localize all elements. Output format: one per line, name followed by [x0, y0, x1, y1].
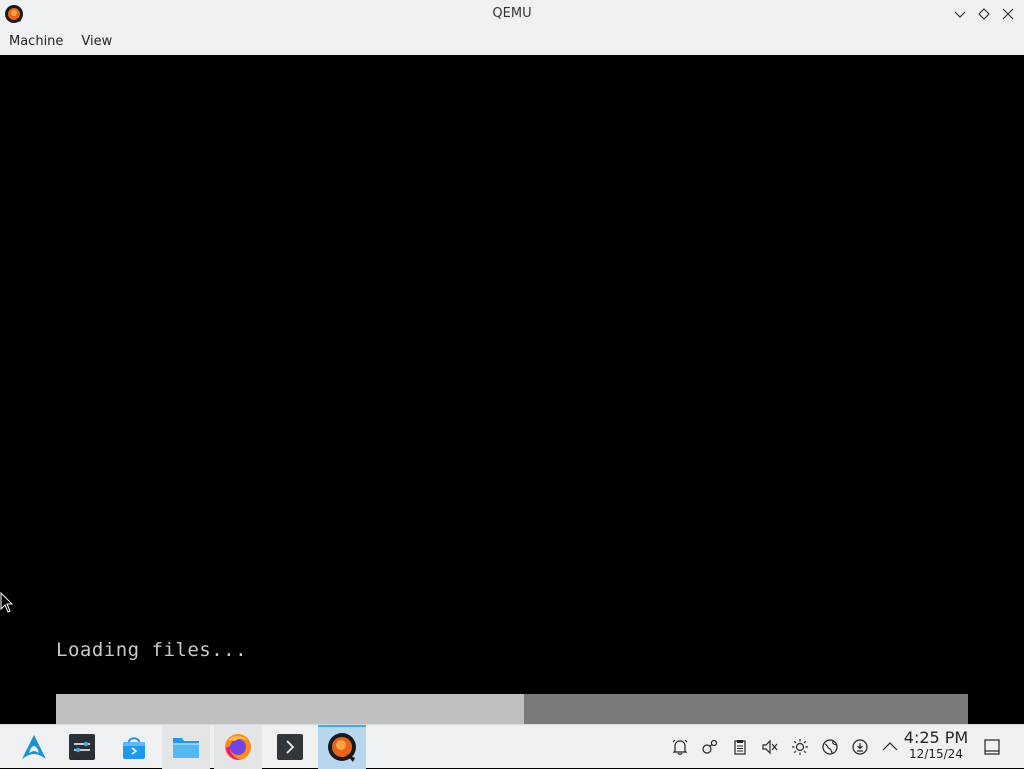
title-bar: QEMU [0, 0, 1024, 28]
loading-progress-bar [56, 694, 968, 724]
brightness-icon[interactable] [788, 735, 812, 759]
clock-time: 4:25 PM [903, 728, 969, 747]
window-title: QEMU [492, 6, 532, 21]
clipboard-icon[interactable] [728, 735, 752, 759]
menu-machine[interactable]: Machine [0, 28, 72, 55]
volume-muted-icon[interactable] [758, 735, 782, 759]
menu-bar: Machine View [0, 28, 1024, 55]
vm-display[interactable]: Loading files... [0, 55, 1024, 724]
clock-date: 12/15/24 [909, 747, 963, 761]
firefox-button[interactable] [214, 725, 262, 769]
file-manager-button[interactable] [162, 725, 210, 769]
updates-icon[interactable] [848, 735, 872, 759]
digital-clock[interactable]: 4:25 PM 12/15/24 [900, 729, 972, 762]
firefox-icon [225, 734, 251, 760]
taskbar: 4:25 PM 12/15/24 [0, 724, 1024, 769]
close-icon[interactable] [998, 4, 1018, 24]
kde-connect-icon[interactable] [698, 735, 722, 759]
tray-expand-icon[interactable] [878, 735, 902, 759]
system-tray [668, 735, 902, 759]
window-controls [950, 4, 1018, 24]
settings-sliders-icon [69, 734, 95, 760]
loading-status-text: Loading files... [56, 639, 248, 661]
minimize-icon[interactable] [950, 4, 970, 24]
store-bag-icon [123, 737, 145, 759]
maximize-icon[interactable] [974, 4, 994, 24]
qemu-icon [328, 733, 356, 762]
mouse-pointer-icon [0, 592, 14, 613]
progress-fill [56, 694, 524, 724]
menu-view[interactable]: View [72, 28, 121, 55]
folder-icon [173, 738, 199, 758]
system-settings-button[interactable] [58, 725, 106, 769]
arch-logo-icon [22, 735, 46, 759]
terminal-icon [277, 734, 303, 760]
show-desktop-icon[interactable] [980, 735, 1004, 759]
terminal-button[interactable] [266, 725, 314, 769]
network-globe-icon[interactable] [818, 735, 842, 759]
discover-store-button[interactable] [110, 725, 158, 769]
qemu-task-button[interactable] [318, 725, 366, 769]
application-launcher-button[interactable] [10, 725, 58, 769]
notifications-bell-icon[interactable] [668, 735, 692, 759]
